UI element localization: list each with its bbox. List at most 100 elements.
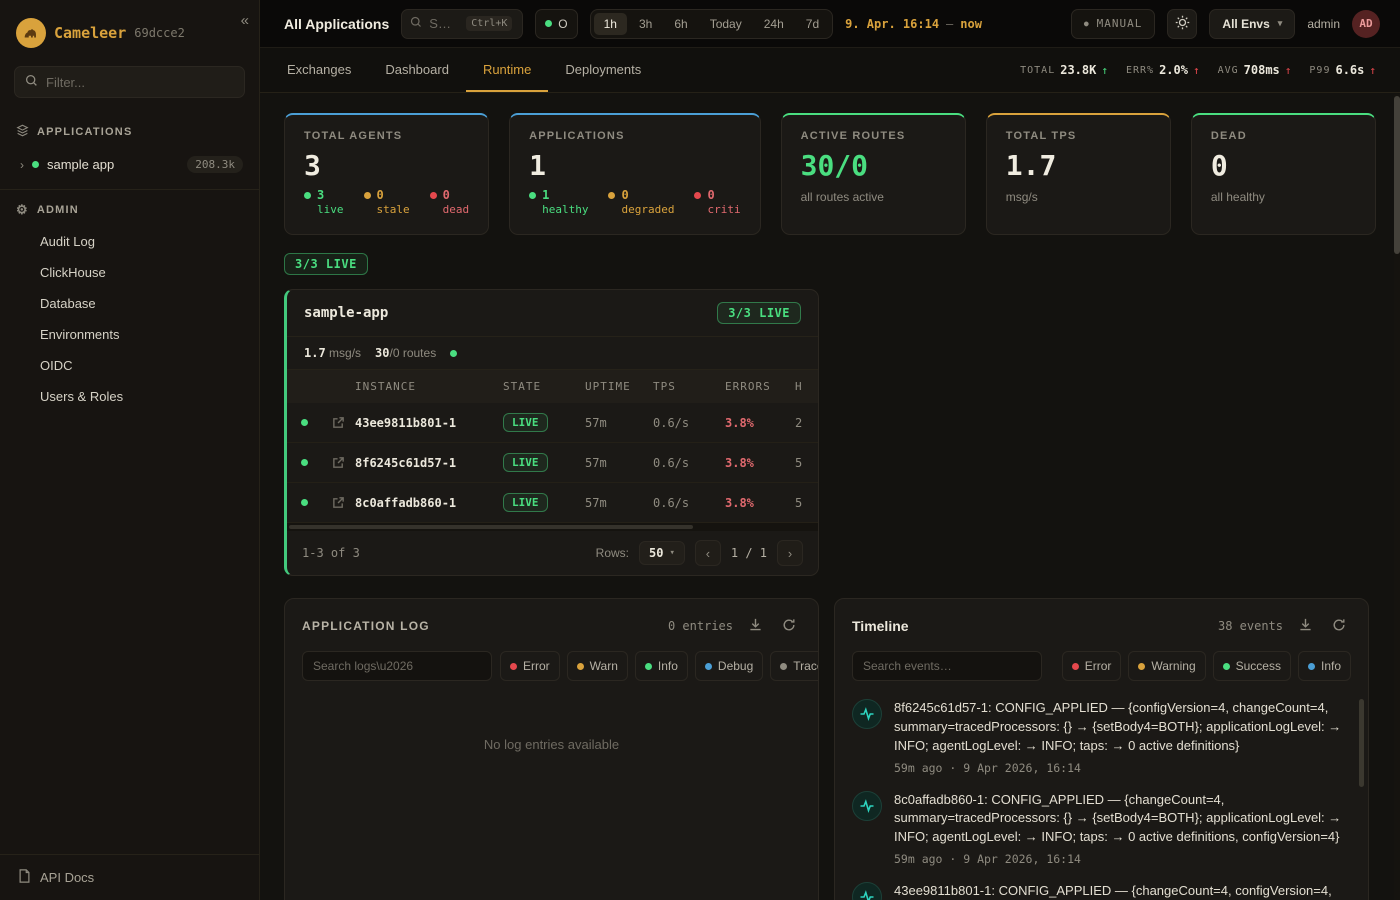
status-dot	[301, 459, 308, 466]
tab-exchanges[interactable]: Exchanges	[270, 48, 368, 92]
external-link-icon[interactable]	[321, 496, 355, 509]
log-search-input[interactable]	[313, 659, 481, 673]
instances-table: INSTANCE STATE UPTIME TPS ERRORS H 43ee9…	[287, 370, 818, 523]
refresh-button[interactable]	[1327, 614, 1351, 638]
timeline-events-list: 8f6245c61d57-1: CONFIG_APPLIED — {config…	[835, 693, 1368, 900]
environment-select[interactable]: All Envs ▾	[1209, 9, 1295, 39]
table-row[interactable]: 43ee9811b801-1 LIVE 57m 0.6/s 3.8% 2	[287, 403, 818, 443]
event-text: 43ee9811b801-1: CONFIG_APPLIED — {change…	[894, 882, 1332, 900]
online-indicator-label: O	[558, 17, 567, 31]
username-label: admin	[1307, 17, 1340, 31]
time-from: 9. Apr. 16:14	[845, 17, 939, 31]
rows-per-page-select[interactable]: 50 ▾	[639, 541, 685, 565]
range-1h-button[interactable]: 1h	[594, 13, 627, 35]
tab-deployments[interactable]: Deployments	[548, 48, 658, 92]
app-card-substats: 1.7 msg/s 30/0 routes	[287, 337, 818, 370]
range-24h-button[interactable]: 24h	[754, 13, 794, 35]
global-search[interactable]: Ctrl+K	[401, 9, 523, 39]
sidebar-item-users-roles[interactable]: Users & Roles	[0, 381, 259, 412]
manual-dot-icon: ●	[1084, 19, 1090, 28]
sun-icon	[1175, 15, 1190, 33]
external-link-icon[interactable]	[321, 416, 355, 429]
range-3h-button[interactable]: 3h	[629, 13, 662, 35]
manual-refresh-button[interactable]: ● MANUAL	[1071, 9, 1156, 39]
api-docs-label: API Docs	[40, 870, 94, 885]
theme-toggle-button[interactable]	[1167, 9, 1197, 39]
log-search[interactable]	[302, 651, 492, 681]
timeline-event[interactable]: 43ee9811b801-1: CONFIG_APPLIED — {change…	[852, 882, 1346, 900]
filter-error[interactable]: Error	[500, 651, 560, 681]
status-dot	[301, 499, 308, 506]
range-6h-button[interactable]: 6h	[664, 13, 697, 35]
sidebar-item-sample-app[interactable]: › sample app 208.3k	[0, 148, 259, 181]
timeline-event[interactable]: 8c0affadb860-1: CONFIG_APPLIED — {change…	[852, 791, 1346, 867]
tab-runtime[interactable]: Runtime	[466, 48, 548, 92]
applications-section-header: APPLICATIONS	[0, 114, 259, 148]
sidebar-item-clickhouse[interactable]: ClickHouse	[0, 257, 259, 288]
event-timestamp: 59m ago · 9 Apr 2026, 16:14	[894, 761, 1346, 775]
filter-debug[interactable]: Debug	[695, 651, 763, 681]
sample-app-count-badge: 208.3k	[187, 156, 243, 173]
status-dot	[1072, 663, 1079, 670]
sidebar-item-audit-log[interactable]: Audit Log	[0, 226, 259, 257]
collapse-sidebar-button[interactable]: «	[241, 12, 249, 29]
log-filters: Error Warn Info Debug Trace	[500, 651, 819, 681]
log-entries-count: 0 entries	[668, 619, 733, 633]
filter-box[interactable]	[14, 66, 245, 98]
activity-icon	[852, 882, 882, 900]
sidebar-item-environments[interactable]: Environments	[0, 319, 259, 350]
filter-success[interactable]: Success	[1213, 651, 1291, 681]
filter-input[interactable]	[46, 75, 234, 90]
timeline-scrollbar-thumb[interactable]	[1359, 699, 1364, 787]
range-7d-button[interactable]: 7d	[796, 13, 829, 35]
status-dot	[32, 161, 39, 168]
horizontal-scrollbar[interactable]	[287, 523, 818, 531]
filter-warning[interactable]: Warning	[1128, 651, 1205, 681]
avatar[interactable]: AD	[1352, 10, 1380, 38]
applications-section-icon	[16, 124, 29, 140]
card-total-agents: TOTAL AGENTS 3 3live 0stale 0dead	[284, 113, 489, 235]
sidebar-item-oidc[interactable]: OIDC	[0, 350, 259, 381]
search-icon	[25, 74, 38, 90]
timeline-event[interactable]: 8f6245c61d57-1: CONFIG_APPLIED — {config…	[852, 699, 1346, 775]
table-row[interactable]: 8f6245c61d57-1 LIVE 57m 0.6/s 3.8% 5	[287, 443, 818, 483]
download-button[interactable]	[743, 614, 767, 638]
chevron-down-icon: ▾	[669, 548, 674, 558]
tab-dashboard[interactable]: Dashboard	[368, 48, 466, 92]
admin-section-header: ⚙ ADMIN	[0, 192, 259, 226]
online-indicator[interactable]: O	[535, 9, 577, 39]
prev-page-button[interactable]: ‹	[695, 540, 721, 566]
filter-info[interactable]: Info	[635, 651, 688, 681]
status-dot	[694, 192, 701, 199]
filter-trace[interactable]: Trace	[770, 651, 819, 681]
external-link-icon[interactable]	[321, 456, 355, 469]
content-area: TOTAL AGENTS 3 3live 0stale 0dead APPLIC…	[260, 93, 1400, 900]
main-scrollbar[interactable]	[1394, 94, 1400, 900]
filter-warn[interactable]: Warn	[567, 651, 628, 681]
document-icon	[18, 869, 31, 886]
stat-err-rate: ERR% 2.0% ↑	[1126, 63, 1200, 77]
global-search-input[interactable]	[429, 16, 459, 31]
time-range-display: 9. Apr. 16:14 — now	[845, 17, 982, 31]
next-page-button[interactable]: ›	[777, 540, 803, 566]
table-row[interactable]: 8c0affadb860-1 LIVE 57m 0.6/s 3.8% 5	[287, 483, 818, 523]
card-dead: DEAD 0 all healthy	[1191, 113, 1376, 235]
scrollbar-thumb[interactable]	[1394, 96, 1400, 254]
sidebar-item-database[interactable]: Database	[0, 288, 259, 319]
download-button[interactable]	[1293, 614, 1317, 638]
status-dot	[301, 419, 308, 426]
search-shortcut-kbd: Ctrl+K	[466, 16, 512, 31]
range-today-button[interactable]: Today	[700, 13, 752, 35]
filter-info[interactable]: Info	[1298, 651, 1351, 681]
agents-live-stat: 3live	[304, 188, 344, 217]
scrollbar-thumb[interactable]	[289, 525, 693, 529]
card-active-routes: ACTIVE ROUTES 30/0 all routes active	[781, 113, 966, 235]
filter-error[interactable]: Error	[1062, 651, 1122, 681]
timeline-search[interactable]	[852, 651, 1042, 681]
stat-total: TOTAL 23.8K ↑	[1020, 63, 1108, 77]
api-docs-link[interactable]: API Docs	[0, 854, 259, 900]
refresh-button[interactable]	[777, 614, 801, 638]
timeline-search-input[interactable]	[863, 659, 1031, 673]
apps-degraded-stat: 0degraded	[608, 188, 674, 217]
topbar: All Applications Ctrl+K O 1h 3h 6h Today…	[260, 0, 1400, 48]
